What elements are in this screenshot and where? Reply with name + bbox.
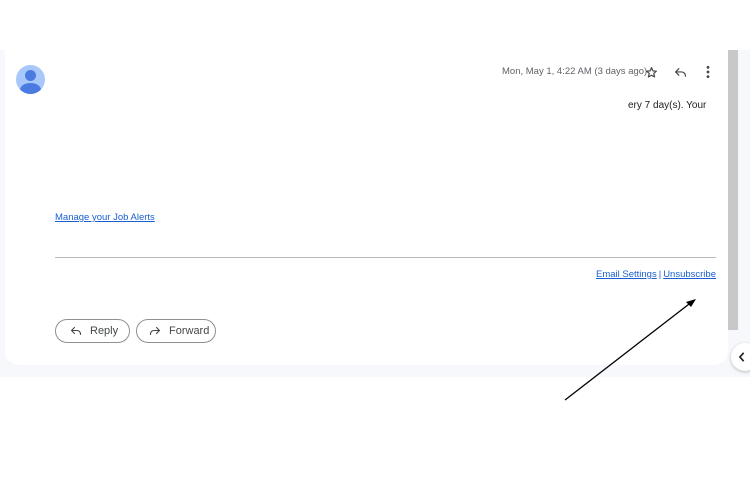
sender-avatar[interactable] bbox=[16, 65, 45, 94]
reply-icon bbox=[674, 67, 686, 77]
person-icon-head bbox=[25, 70, 36, 81]
reply-icon-button[interactable] bbox=[671, 63, 689, 81]
more-vert-icon bbox=[706, 65, 710, 79]
star-button[interactable] bbox=[642, 63, 660, 81]
email-message-card bbox=[5, 50, 728, 365]
chevron-left-icon bbox=[738, 352, 745, 362]
forward-button-label: Forward bbox=[169, 325, 210, 337]
footer-links: Email Settings | Unsubscribe bbox=[596, 269, 716, 280]
message-date: Mon, May 1, 4:22 AM (3 days ago) bbox=[502, 66, 648, 77]
manage-job-alerts-link[interactable]: Manage your Job Alerts bbox=[55, 212, 155, 223]
person-icon-body bbox=[20, 83, 41, 94]
message-body-snippet: ery 7 day(s). Your bbox=[628, 100, 707, 111]
reply-button[interactable]: Reply bbox=[55, 319, 130, 343]
reply-button-label: Reply bbox=[90, 325, 119, 337]
email-settings-link[interactable]: Email Settings bbox=[596, 269, 657, 280]
footer-divider bbox=[55, 257, 716, 258]
unsubscribe-link[interactable]: Unsubscribe bbox=[663, 269, 716, 280]
star-icon bbox=[645, 66, 657, 78]
scrollbar-thumb[interactable] bbox=[728, 50, 738, 330]
forward-button[interactable]: Forward bbox=[136, 319, 216, 343]
reply-icon bbox=[70, 326, 82, 336]
more-options-button[interactable] bbox=[699, 63, 717, 81]
forward-icon bbox=[149, 326, 161, 336]
